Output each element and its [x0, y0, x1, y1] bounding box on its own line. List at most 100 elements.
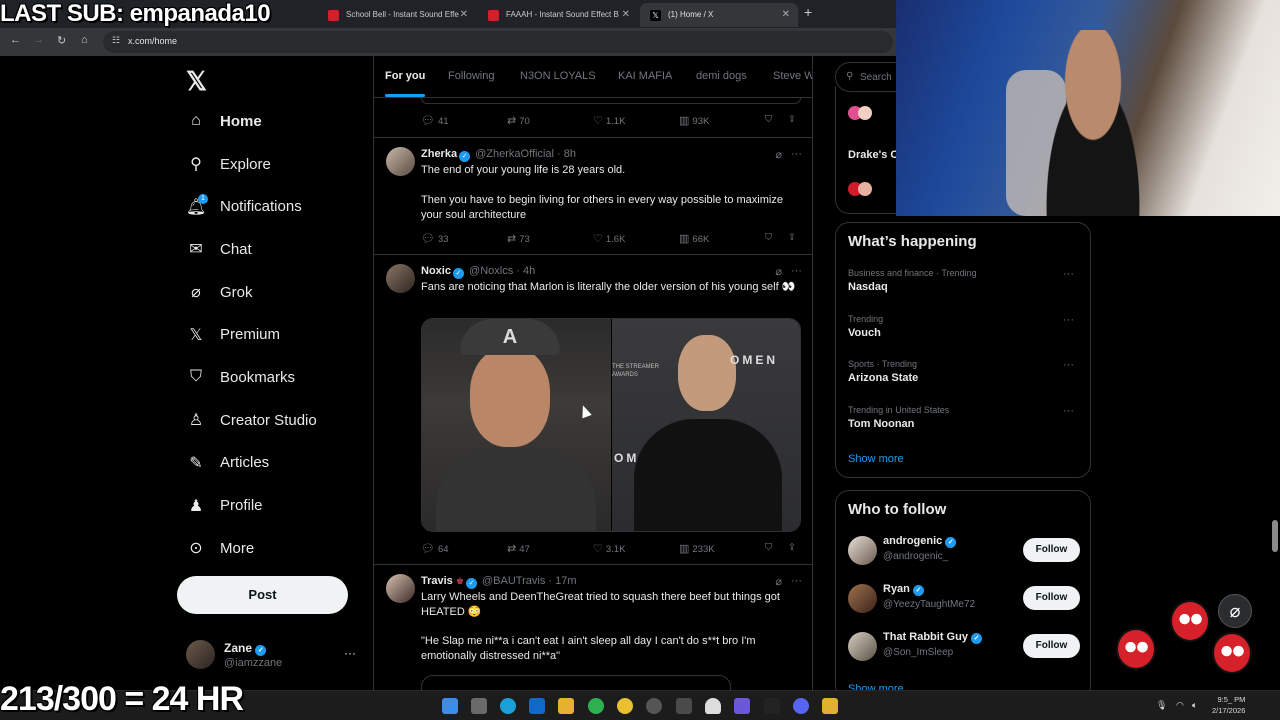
more-dots-icon[interactable]: ···	[1063, 268, 1074, 280]
sidebar-item-more[interactable]: ⊙ More	[186, 527, 366, 570]
chrome-icon[interactable]	[617, 698, 633, 714]
tweet-author-name[interactable]: Travis	[421, 575, 453, 587]
grok-icon[interactable]: ⌀	[775, 575, 782, 588]
sidebar-item-explore[interactable]: ⚲ Explore	[186, 143, 366, 186]
task-view-icon[interactable]	[471, 698, 487, 714]
tab-n3on-loyals[interactable]: N3ON LOYALS	[520, 70, 596, 82]
like-button[interactable]: ♡ 3.1K	[593, 542, 625, 555]
trend-item[interactable]: Trending in United States Tom Noonan ···	[848, 405, 1080, 430]
like-button[interactable]: ♡ 1.6K	[593, 232, 625, 245]
start-icon[interactable]	[442, 698, 458, 714]
avatar[interactable]	[386, 264, 415, 293]
bookmark-icon[interactable]: ⛉	[765, 542, 772, 553]
app-icon[interactable]	[764, 698, 780, 714]
share-icon[interactable]: ⇪	[788, 114, 796, 125]
views-button[interactable]: ▥ 66K	[679, 232, 709, 245]
avatar[interactable]	[386, 147, 415, 176]
tweet[interactable]: Zherka ✓ @ZherkaOfficial · 8h ⌀ ··· The e…	[374, 138, 812, 255]
bookmark-icon[interactable]: ⛉	[765, 114, 772, 125]
repost-button[interactable]: ⇄ 73	[507, 232, 530, 245]
follow-button[interactable]: Follow	[1023, 634, 1080, 658]
share-icon[interactable]: ⇪	[788, 232, 796, 243]
views-button[interactable]: ▥ 233K	[679, 542, 715, 555]
x-logo-icon[interactable]: 𝕏	[186, 66, 207, 97]
sidebar-item-profile[interactable]: ♟ Profile	[186, 484, 366, 527]
file-explorer-icon[interactable]	[558, 698, 574, 714]
sidebar-item-creator-studio[interactable]: ♙ Creator Studio	[186, 399, 366, 442]
sidebar-item-home[interactable]: ⌂ Home	[186, 100, 366, 143]
teams-icon[interactable]	[734, 698, 750, 714]
more-dots-icon[interactable]: ···	[1063, 359, 1074, 371]
tweet-media[interactable]: A THE STREAMER AWARDS OMEN OM	[421, 318, 801, 532]
home-icon[interactable]: ⌂	[81, 34, 88, 46]
grok-icon[interactable]: ⌀	[775, 148, 782, 161]
sidebar-item-bookmarks[interactable]: ⛉ Bookmarks	[186, 356, 366, 399]
close-tab-icon[interactable]: ✕	[782, 3, 790, 27]
tab-for-you[interactable]: For you	[385, 70, 425, 82]
avatar[interactable]	[848, 584, 877, 613]
close-tab-icon[interactable]: ✕	[460, 3, 468, 27]
share-icon[interactable]: ⇪	[788, 542, 796, 553]
reply-button[interactable]: 💬︎ 33	[421, 232, 449, 245]
close-tab-icon[interactable]: ✕	[622, 3, 630, 27]
tweet-time[interactable]: · 4h	[516, 265, 535, 277]
like-button[interactable]: ♡ 1.1K	[593, 114, 625, 127]
browser-tab-active[interactable]: 𝕏 (1) Home / X ✕	[640, 3, 798, 27]
avatar[interactable]	[848, 536, 877, 565]
sidebar-item-grok[interactable]: ⌀ Grok	[186, 271, 366, 314]
more-dots-icon[interactable]: ···	[1063, 314, 1074, 326]
grok-floating-button[interactable]: ⌀	[1218, 594, 1252, 628]
more-dots-icon[interactable]: ···	[791, 575, 802, 587]
address-bar[interactable]: ☷ x.com/home	[103, 31, 893, 53]
browser-tab[interactable]: School Bell - Instant Sound Effe ✕	[318, 3, 476, 27]
reply-button[interactable]: 💬︎ 64	[421, 542, 449, 555]
avatar[interactable]	[848, 632, 877, 661]
repost-button[interactable]: ⇄ 47	[507, 542, 530, 555]
reply-button[interactable]: 💬︎ 41	[421, 114, 449, 127]
avatar[interactable]	[386, 574, 415, 603]
tweet-photo[interactable]: THE STREAMER AWARDS OMEN OM	[612, 319, 800, 531]
reload-icon[interactable]: ↻	[57, 34, 66, 47]
forward-icon[interactable]: →	[33, 34, 44, 46]
new-tab-button[interactable]: +	[804, 4, 812, 20]
site-info-icon[interactable]: ☷	[112, 35, 120, 46]
sidebar-item-premium[interactable]: 𝕏 Premium	[186, 313, 366, 356]
sidebar-item-articles[interactable]: ✎ Articles	[186, 442, 366, 485]
more-dots-icon[interactable]: ···	[791, 265, 802, 277]
follow-button[interactable]: Follow	[1023, 586, 1080, 610]
tab-kai-mafia[interactable]: KAI MAFIA	[618, 70, 672, 82]
app-icon[interactable]	[588, 698, 604, 714]
account-switcher[interactable]: Zane ✓ @iamzzane ···	[186, 640, 361, 672]
discord-icon[interactable]	[793, 698, 809, 714]
tweet-author-handle[interactable]: @ZherkaOfficial	[475, 148, 554, 160]
sidebar-item-chat[interactable]: ✉ Chat	[186, 228, 366, 271]
tweet[interactable]: Noxic ✓ @Noxlcs · 4h ⌀ ··· Fans are notic…	[374, 255, 812, 565]
more-dots-icon[interactable]: ···	[344, 646, 356, 660]
views-button[interactable]: ▥ 93K	[679, 114, 709, 127]
outlook-icon[interactable]	[529, 698, 545, 714]
repost-button[interactable]: ⇄ 70	[507, 114, 530, 127]
tab-demi-dogs[interactable]: demi dogs	[696, 70, 747, 82]
obs-icon[interactable]	[646, 698, 662, 714]
browser-tab[interactable]: FAAAH - Instant Sound Effect B ✕	[478, 3, 638, 27]
edge-icon[interactable]	[500, 698, 516, 714]
follow-suggestion[interactable]: androgenic ✓ @androgenic_ Follow	[848, 535, 1080, 567]
trend-item[interactable]: Business and finance · Trending Nasdaq ·…	[848, 268, 1080, 293]
tweet-photo[interactable]: A	[422, 319, 611, 531]
post-button[interactable]: Post	[177, 576, 348, 614]
show-more-link[interactable]: Show more	[848, 453, 904, 465]
tweet-time[interactable]: · 8h	[557, 148, 576, 160]
follow-button[interactable]: Follow	[1023, 538, 1080, 562]
app-icon[interactable]	[822, 698, 838, 714]
tweet-author-handle[interactable]: @BAUTravis	[482, 575, 545, 587]
more-dots-icon[interactable]: ···	[1063, 405, 1074, 417]
trend-item[interactable]: Trending Vouch ···	[848, 314, 1080, 339]
store-icon[interactable]	[676, 698, 692, 714]
app-icon[interactable]	[705, 698, 721, 714]
back-icon[interactable]: ←	[10, 34, 21, 46]
follow-suggestion[interactable]: Ryan ✓ @YeezyTaughtMe72 Follow	[848, 583, 1080, 615]
trend-item[interactable]: Sports · Trending Arizona State ···	[848, 359, 1080, 384]
follow-suggestion[interactable]: That Rabbit Guy ✓ @Son_ImSleep Follow	[848, 631, 1080, 663]
tab-steve-w[interactable]: Steve W	[773, 70, 812, 82]
tweet[interactable]: 💬︎ 41 ⇄ 70 ♡ 1.1K ▥ 93K ⛉ ⇪	[374, 98, 812, 138]
